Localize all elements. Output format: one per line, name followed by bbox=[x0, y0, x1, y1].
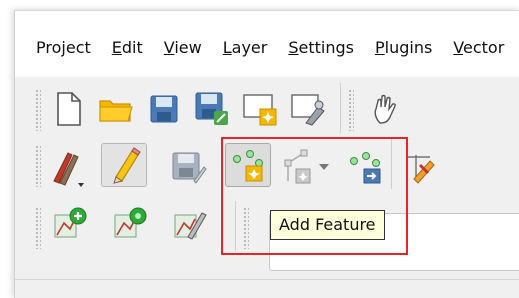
new-project-icon bbox=[50, 89, 86, 129]
attribute-edit-icon bbox=[400, 147, 440, 187]
divider bbox=[15, 279, 519, 280]
project-toolbar bbox=[15, 83, 519, 139]
toolbar-grip[interactable] bbox=[35, 89, 41, 131]
add-layer-icon bbox=[50, 205, 90, 245]
vertex-tool-dropdown[interactable] bbox=[313, 145, 335, 189]
menu-bar: Project Edit View Layer Settings Plugins… bbox=[15, 11, 519, 77]
qgis-window: Project Edit View Layer Settings Plugins… bbox=[14, 10, 519, 298]
pan-map-button[interactable] bbox=[361, 87, 407, 131]
current-edits-button[interactable] bbox=[47, 145, 93, 189]
new-print-layout-icon bbox=[240, 89, 280, 129]
new-layer-button[interactable] bbox=[107, 203, 153, 247]
toolbar-grip[interactable] bbox=[35, 207, 41, 249]
save-as-button[interactable] bbox=[189, 87, 235, 131]
save-as-icon bbox=[192, 89, 232, 129]
new-print-layout-button[interactable] bbox=[237, 87, 283, 131]
toolbar-separator bbox=[235, 201, 237, 251]
menu-project[interactable]: Project bbox=[36, 38, 91, 57]
menu-view[interactable]: View bbox=[164, 38, 202, 57]
digitizing-pencils-icon bbox=[48, 145, 92, 189]
new-project-button[interactable] bbox=[45, 87, 91, 131]
add-feature-tooltip: Add Feature bbox=[270, 210, 385, 240]
new-layer-icon bbox=[110, 205, 150, 245]
edit-geometry-icon bbox=[170, 205, 210, 245]
add-layer-button[interactable] bbox=[47, 203, 93, 247]
attribute-edit-button[interactable] bbox=[397, 145, 443, 189]
chevron-down-icon bbox=[317, 162, 331, 172]
menu-edit[interactable]: Edit bbox=[112, 38, 143, 57]
edit-geometry-button[interactable] bbox=[167, 203, 213, 247]
add-feature-icon bbox=[228, 145, 268, 185]
toggle-editing-icon bbox=[106, 145, 142, 185]
open-project-icon bbox=[96, 89, 136, 129]
merge-features-icon bbox=[344, 147, 384, 187]
toolbar-separator bbox=[340, 83, 342, 133]
toolbar-separator bbox=[391, 139, 393, 189]
toolbar-grip[interactable] bbox=[348, 89, 354, 131]
pan-icon bbox=[366, 89, 402, 129]
toggle-editing-button[interactable] bbox=[101, 143, 147, 187]
save-project-button[interactable] bbox=[141, 87, 187, 131]
menu-layer[interactable]: Layer bbox=[223, 38, 268, 57]
merge-features-button[interactable] bbox=[341, 145, 387, 189]
layout-manager-button[interactable] bbox=[285, 87, 331, 131]
open-project-button[interactable] bbox=[93, 87, 139, 131]
add-feature-button[interactable] bbox=[225, 143, 271, 187]
save-project-icon bbox=[146, 91, 182, 127]
toolbar-grip[interactable] bbox=[35, 145, 41, 187]
save-layer-edits-icon bbox=[168, 147, 208, 187]
layout-manager-icon bbox=[288, 89, 328, 129]
menu-settings[interactable]: Settings bbox=[288, 38, 354, 57]
menu-plugins[interactable]: Plugins bbox=[375, 38, 432, 57]
save-layer-edits-button[interactable] bbox=[165, 145, 211, 189]
digitizing-toolbar bbox=[15, 139, 519, 195]
toolbar-grip[interactable] bbox=[243, 207, 249, 249]
menu-vector[interactable]: Vector bbox=[453, 38, 504, 57]
